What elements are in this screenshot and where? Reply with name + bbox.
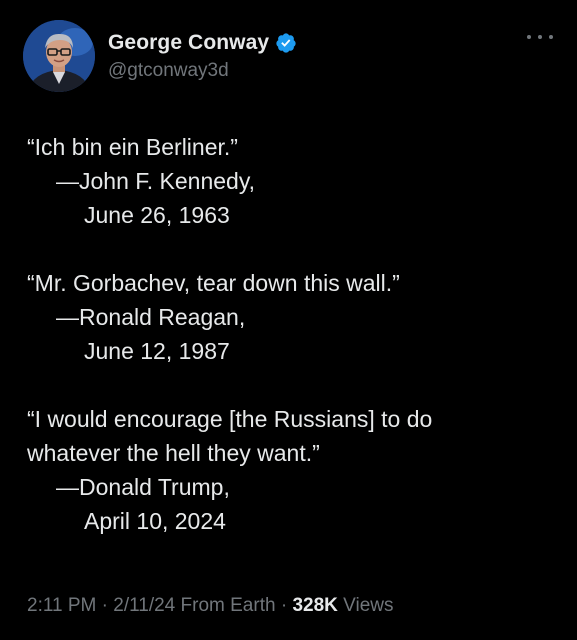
tweet: George Conway @gtconway3d “Ich bin ein B… — [0, 0, 577, 640]
profile-photo-icon — [23, 20, 95, 92]
tweet-time[interactable]: 2:11 PM — [27, 595, 96, 616]
avatar[interactable] — [23, 20, 95, 92]
quote-date: April 10, 2024 — [84, 508, 226, 534]
meta-separator: · — [280, 595, 293, 616]
quote-line: “I would encourage [the Russians] to do — [27, 406, 433, 432]
verified-badge-icon — [275, 32, 297, 54]
quote-date: June 26, 1963 — [84, 202, 230, 228]
tweet-date[interactable]: 2/11/24 — [113, 595, 175, 616]
author-handle[interactable]: @gtconway3d — [108, 60, 229, 82]
meta-separator: · — [101, 595, 114, 616]
views-label: Views — [343, 595, 394, 616]
quote-date: June 12, 1987 — [84, 338, 230, 364]
more-dots-icon[interactable] — [527, 30, 553, 44]
quote-attribution: —John F. Kennedy, — [56, 168, 256, 194]
tweet-source: From Earth — [180, 595, 276, 616]
author-name-row: George Conway — [108, 31, 297, 55]
author-display-name[interactable]: George Conway — [108, 31, 269, 55]
quote-line: “Ich bin ein Berliner.” — [27, 134, 238, 160]
quote-line: whatever the hell they want.” — [27, 440, 320, 466]
quote-line: “Mr. Gorbachev, tear down this wall.” — [27, 270, 400, 296]
quote-attribution: —Donald Trump, — [56, 474, 230, 500]
tweet-text: “Ich bin ein Berliner.” —John F. Kennedy… — [27, 130, 557, 538]
views-count[interactable]: 328K — [292, 595, 337, 616]
quote-attribution: —Ronald Reagan, — [56, 304, 246, 330]
tweet-meta: 2:11 PM · 2/11/24 From Earth · 328K View… — [27, 595, 393, 617]
